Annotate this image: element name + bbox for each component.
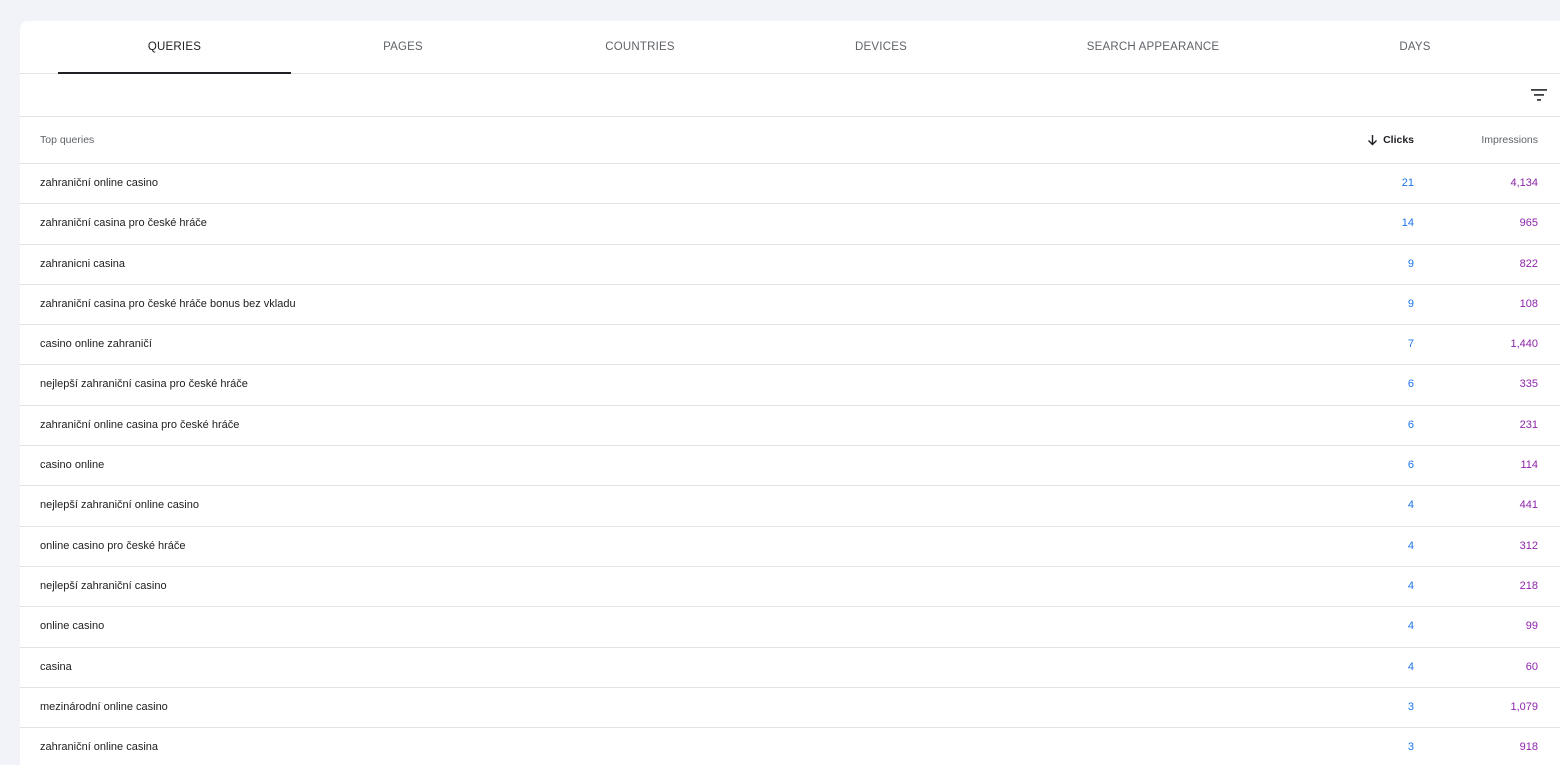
- impressions-cell: 335: [1519, 378, 1538, 391]
- impressions-cell: 4,134: [1510, 177, 1538, 189]
- clicks-cell: 3: [1407, 700, 1414, 713]
- query-cell: zahraniční online casino: [40, 177, 159, 189]
- impressions-cell: 231: [1519, 418, 1538, 431]
- table-row[interactable]: zahraniční online casino 21 4,134: [20, 164, 1560, 205]
- clicks-cell: 6: [1407, 418, 1414, 431]
- tab-queries[interactable]: QUERIES: [58, 21, 291, 74]
- table-row[interactable]: zahraniční casina pro české hráče bonus …: [20, 285, 1560, 326]
- clicks-cell: 6: [1407, 459, 1414, 472]
- filter-list-icon: [1531, 89, 1547, 101]
- query-cell: casino online: [40, 459, 105, 472]
- impressions-cell: 1,079: [1510, 700, 1538, 713]
- table-row[interactable]: online casino pro české hráče 4 312: [20, 527, 1560, 567]
- clicks-cell: 7: [1407, 338, 1414, 351]
- query-cell: zahraniční online casina: [40, 741, 159, 754]
- impressions-cell: 918: [1519, 741, 1538, 754]
- dimension-tabs: QUERIES PAGES COUNTRIES DEVICES SEARCH A…: [20, 21, 1560, 74]
- query-cell: zahraniční casina pro české hráče: [40, 217, 207, 230]
- table-row[interactable]: casino online zahraničí 7 1,440: [20, 325, 1560, 366]
- impressions-cell: 114: [1520, 459, 1538, 472]
- query-cell: casina: [40, 660, 72, 673]
- query-cell: zahranicni casina: [40, 257, 125, 270]
- clicks-cell: 9: [1407, 297, 1414, 310]
- table-row[interactable]: casino online 6 114: [20, 446, 1560, 487]
- query-cell: casino online zahraničí: [40, 338, 152, 351]
- tab-days[interactable]: DAYS: [1345, 21, 1485, 73]
- table-row[interactable]: zahraniční online casina 3 918: [20, 728, 1560, 765]
- query-cell: nejlepší zahraniční casina pro české hrá…: [40, 378, 248, 391]
- query-cell: zahraniční casina pro české hráče bonus …: [40, 297, 296, 310]
- query-cell: online casino: [40, 620, 105, 633]
- impressions-cell: 822: [1519, 257, 1538, 270]
- clicks-cell: 4: [1407, 660, 1414, 673]
- impressions-cell: 218: [1519, 579, 1538, 592]
- clicks-cell: 4: [1407, 539, 1414, 552]
- tab-search-appearance[interactable]: SEARCH APPEARANCE: [1058, 21, 1248, 73]
- clicks-cell: 4: [1407, 620, 1414, 633]
- tab-devices[interactable]: DEVICES: [796, 21, 966, 73]
- tab-pages[interactable]: PAGES: [318, 21, 488, 73]
- query-cell: online casino pro české hráče: [40, 539, 186, 552]
- clicks-cell: 9: [1407, 257, 1414, 270]
- table-row[interactable]: mezinárodní online casino 3 1,079: [20, 688, 1560, 729]
- impressions-cell: 965: [1519, 217, 1538, 230]
- column-header-clicks-label: Clicks: [1383, 134, 1414, 146]
- table-body: zahraniční online casino 21 4,134 zahran…: [20, 164, 1560, 765]
- table-row[interactable]: casina 4 60: [20, 648, 1560, 688]
- table-row[interactable]: nejlepší zahraniční casino 4 218: [20, 567, 1560, 608]
- column-header-impressions[interactable]: Impressions: [1481, 117, 1538, 163]
- clicks-cell: 3: [1407, 741, 1414, 754]
- arrow-down-icon: [1368, 135, 1378, 146]
- impressions-cell: 1,440: [1510, 338, 1538, 351]
- impressions-cell: 60: [1525, 660, 1538, 673]
- table-row[interactable]: zahraniční online casina pro české hráče…: [20, 406, 1560, 447]
- clicks-cell: 21: [1401, 177, 1414, 189]
- clicks-cell: 6: [1407, 378, 1414, 391]
- impressions-cell: 108: [1519, 297, 1538, 310]
- query-cell: mezinárodní online casino: [40, 700, 168, 713]
- column-header-query: Top queries: [40, 134, 95, 146]
- query-cell: nejlepší zahraniční online casino: [40, 499, 199, 512]
- table-toolbar: [20, 74, 1560, 117]
- query-cell: zahraniční online casina pro české hráče: [40, 418, 240, 431]
- table-row[interactable]: zahranicni casina 9 822: [20, 245, 1560, 285]
- table-header: Top queries Clicks Impressions: [20, 117, 1560, 164]
- performance-table-card: QUERIES PAGES COUNTRIES DEVICES SEARCH A…: [20, 21, 1560, 765]
- impressions-cell: 441: [1519, 499, 1538, 512]
- clicks-cell: 14: [1401, 217, 1414, 230]
- impressions-cell: 312: [1519, 539, 1538, 552]
- table-row[interactable]: zahraniční casina pro české hráče 14 965: [20, 204, 1560, 245]
- table-row[interactable]: nejlepší zahraniční casina pro české hrá…: [20, 365, 1560, 406]
- clicks-cell: 4: [1407, 579, 1414, 592]
- table-row[interactable]: nejlepší zahraniční online casino 4 441: [20, 486, 1560, 527]
- query-cell: nejlepší zahraniční casino: [40, 579, 167, 592]
- impressions-cell: 99: [1525, 620, 1538, 633]
- tab-countries[interactable]: COUNTRIES: [555, 21, 725, 73]
- column-header-clicks[interactable]: Clicks: [1367, 117, 1414, 163]
- clicks-cell: 4: [1407, 499, 1414, 512]
- filter-button[interactable]: [1528, 84, 1550, 106]
- table-row[interactable]: online casino 4 99: [20, 607, 1560, 648]
